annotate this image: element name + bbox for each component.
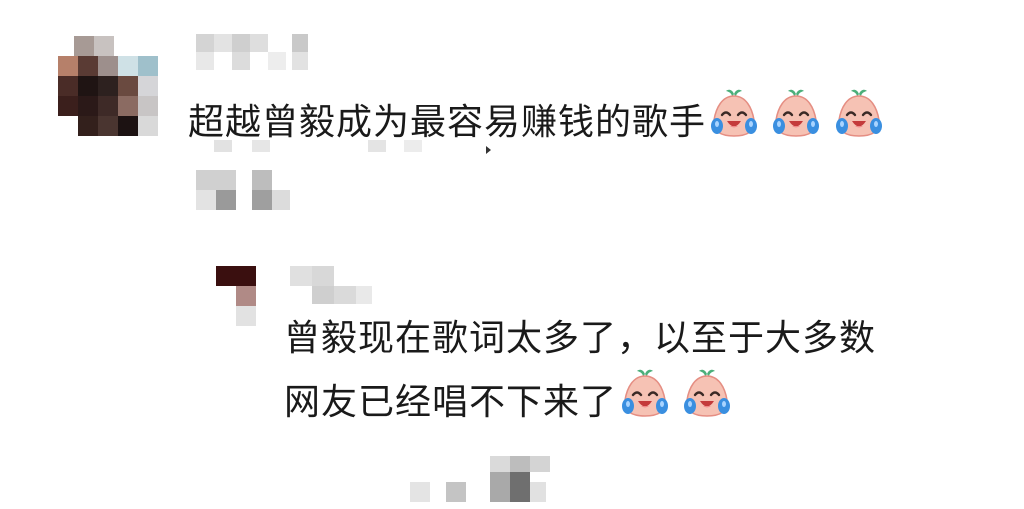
crying-laughing-emoji-icon	[835, 89, 882, 137]
crying-laughing-emoji-icon	[684, 369, 731, 417]
reply-line-1: 曾毅现在歌词太多了，以至于大多数	[284, 318, 877, 359]
emoji-group	[708, 88, 883, 158]
reply-emoji-group	[619, 368, 731, 438]
username-blurred[interactable]	[196, 34, 316, 74]
comment-meta-blurred	[214, 140, 434, 160]
avatar[interactable]	[58, 36, 158, 136]
reply-avatar[interactable]	[216, 266, 256, 326]
comment-actions-blurred[interactable]	[196, 170, 306, 214]
crying-laughing-emoji-icon	[711, 89, 758, 137]
reply-username-blurred[interactable]	[290, 266, 390, 306]
reply-text: 曾毅现在歌词太多了，以至于大多数 网友已经唱不下来了	[284, 310, 876, 438]
reply-meta-blurred[interactable]	[410, 456, 560, 506]
reply-line-2: 网友已经唱不下来了	[284, 382, 618, 423]
cursor-mark	[486, 146, 491, 154]
crying-laughing-emoji-icon	[773, 89, 820, 137]
comment-body: 超越曾毅成为最容易赚钱的歌手	[188, 102, 707, 143]
crying-laughing-emoji-icon	[622, 369, 669, 417]
